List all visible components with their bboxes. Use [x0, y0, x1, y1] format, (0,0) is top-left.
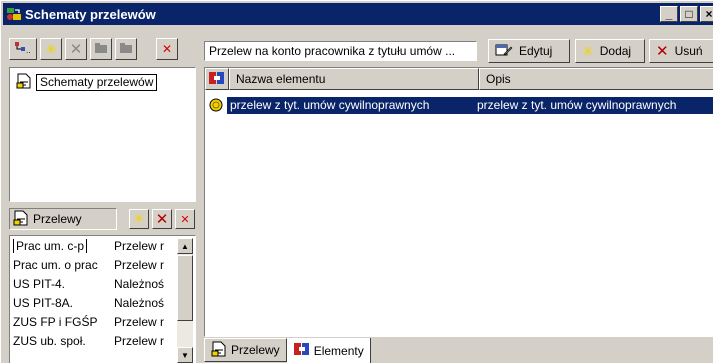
column-header-name[interactable]: Nazwa elementu [229, 68, 479, 90]
close-icon: ✕ [180, 213, 190, 226]
edit-button[interactable]: Edytuj [488, 39, 570, 63]
folder-icon [119, 42, 133, 57]
element-type-icon [293, 342, 310, 359]
document-icon [211, 341, 227, 360]
app-icon [5, 5, 23, 23]
list-item-name: US PIT-8A. [13, 295, 74, 310]
list-item-name: ZUS ub. społ. [13, 333, 86, 348]
coin-icon [205, 98, 227, 112]
schema-tree[interactable]: Schematy przelewów [9, 67, 196, 202]
cross-icon: ✕ [69, 41, 83, 58]
add-button[interactable]: ✳ Dodaj [575, 39, 645, 63]
list-item-name: Prac um. c-p [13, 238, 88, 253]
star-icon: ✳ [133, 211, 145, 226]
folder-button-2[interactable] [115, 38, 137, 60]
row-name: przelew z tyt. umów cywilnoprawnych [230, 98, 430, 112]
tab-elementy[interactable]: Elementy [286, 338, 371, 363]
arrow-up-icon: ▲ [181, 241, 189, 251]
app-window: Schematy przelewów _ □ × .. ✳ ✕ ✕ Schema… [0, 0, 713, 363]
add-schema-button[interactable]: ✳ [40, 38, 62, 60]
close-section-button[interactable]: ✕ [175, 209, 195, 229]
list-item[interactable]: Prac um. c-p Przelew r [10, 236, 195, 255]
tab-label: Przelewy [231, 343, 280, 357]
folder-button-1[interactable] [90, 38, 112, 60]
add-transfer-button[interactable]: ✳ [129, 209, 149, 229]
scroll-thumb[interactable] [177, 255, 193, 321]
folder-icon [94, 42, 108, 57]
window-title: Schematy przelewów [25, 6, 156, 22]
close-button[interactable]: × [700, 6, 713, 22]
add-button-label: Dodaj [599, 44, 632, 58]
edit-button-label: Edytuj [519, 44, 553, 58]
table-row[interactable]: przelew z tyt. umów cywilnoprawnych prze… [205, 96, 713, 114]
list-item-desc: Przelew r [114, 333, 165, 348]
tree-root-item[interactable]: Schematy przelewów [16, 73, 158, 92]
grid-header-icon-cell[interactable] [205, 68, 229, 90]
list-item-desc: Przelew r [114, 257, 165, 272]
elements-grid[interactable]: Nazwa elementu Opis przelew z tyt. umów … [204, 67, 713, 337]
list-item-desc: Przelew r [114, 238, 165, 253]
list-item-desc: Należnoś [114, 276, 165, 291]
star-icon: ✳ [582, 42, 594, 59]
list-item[interactable]: Prac um. o prac Przelew r [10, 255, 195, 274]
tree-root-label: Schematy przelewów [36, 74, 158, 91]
list-item-desc: Przelew r [114, 314, 165, 329]
close-tree-button[interactable]: ✕ [156, 38, 178, 60]
cross-icon: ✕ [155, 211, 169, 228]
tab-przelewy[interactable]: Przelewy [204, 338, 287, 362]
tree-icon: .. [14, 41, 32, 58]
svg-text:..: .. [26, 46, 30, 55]
list-item[interactable]: US PIT-4. Należnoś [10, 274, 195, 293]
selected-row-cells[interactable]: przelew z tyt. umów cywilnoprawnych prze… [227, 96, 713, 114]
tab-label: Elementy [313, 343, 364, 358]
bottom-tabs: Przelewy Elementy [204, 338, 371, 363]
list-item-name: Prac um. o prac [13, 257, 98, 272]
document-icon [13, 210, 29, 229]
delete-button-label: Usuń [674, 44, 703, 58]
schema-name-field[interactable]: Przelew na konto pracownika z tytułu umó… [204, 41, 477, 61]
delete-button[interactable]: ✕ Usuń [649, 39, 713, 63]
delete-schema-button[interactable]: ✕ [65, 38, 87, 60]
maximize-button[interactable]: □ [680, 6, 698, 22]
transfers-section-title: Przelewy [9, 208, 117, 230]
edit-icon [495, 42, 513, 61]
cross-icon: ✕ [656, 43, 669, 60]
list-item[interactable]: ZUS FP i FGŚP Przelew r [10, 312, 195, 331]
arrow-down-icon: ▼ [181, 350, 189, 360]
list-item-name: US PIT-4. [13, 276, 66, 291]
transfers-section-bar: Przelewy ✳ ✕ ✕ [9, 206, 196, 232]
list-item[interactable]: US PIT-8A. Należnoś [10, 293, 195, 312]
delete-transfer-button[interactable]: ✕ [152, 209, 172, 229]
document-icon [16, 73, 32, 92]
list-item-desc: Należnoś [114, 295, 165, 310]
grid-header: Nazwa elementu Opis [205, 68, 713, 90]
minimize-button[interactable]: _ [660, 6, 678, 22]
close-icon: ✕ [161, 42, 173, 56]
transfers-list[interactable]: Prac um. c-p Przelew r Prac um. o prac P… [9, 235, 196, 363]
tree-toolbar: .. ✳ ✕ ✕ [9, 37, 178, 61]
list-item[interactable]: ZUS ub. społ. Przelew r [10, 331, 195, 350]
row-description: przelew z tyt. umów cywilnoprawnych [477, 98, 677, 112]
element-type-icon [209, 71, 225, 88]
star-icon: ✳ [45, 40, 57, 57]
scroll-down-button[interactable]: ▼ [177, 347, 193, 363]
column-header-description[interactable]: Opis [479, 68, 713, 90]
vertical-scrollbar[interactable]: ▲ ▼ [177, 238, 193, 363]
scroll-up-button[interactable]: ▲ [177, 238, 193, 254]
title-bar[interactable]: Schematy przelewów _ □ × [3, 3, 713, 25]
tree-view-button[interactable]: .. [9, 38, 37, 60]
section-title-label: Przelewy [33, 212, 82, 226]
list-item-name: ZUS FP i FGŚP [13, 314, 98, 329]
